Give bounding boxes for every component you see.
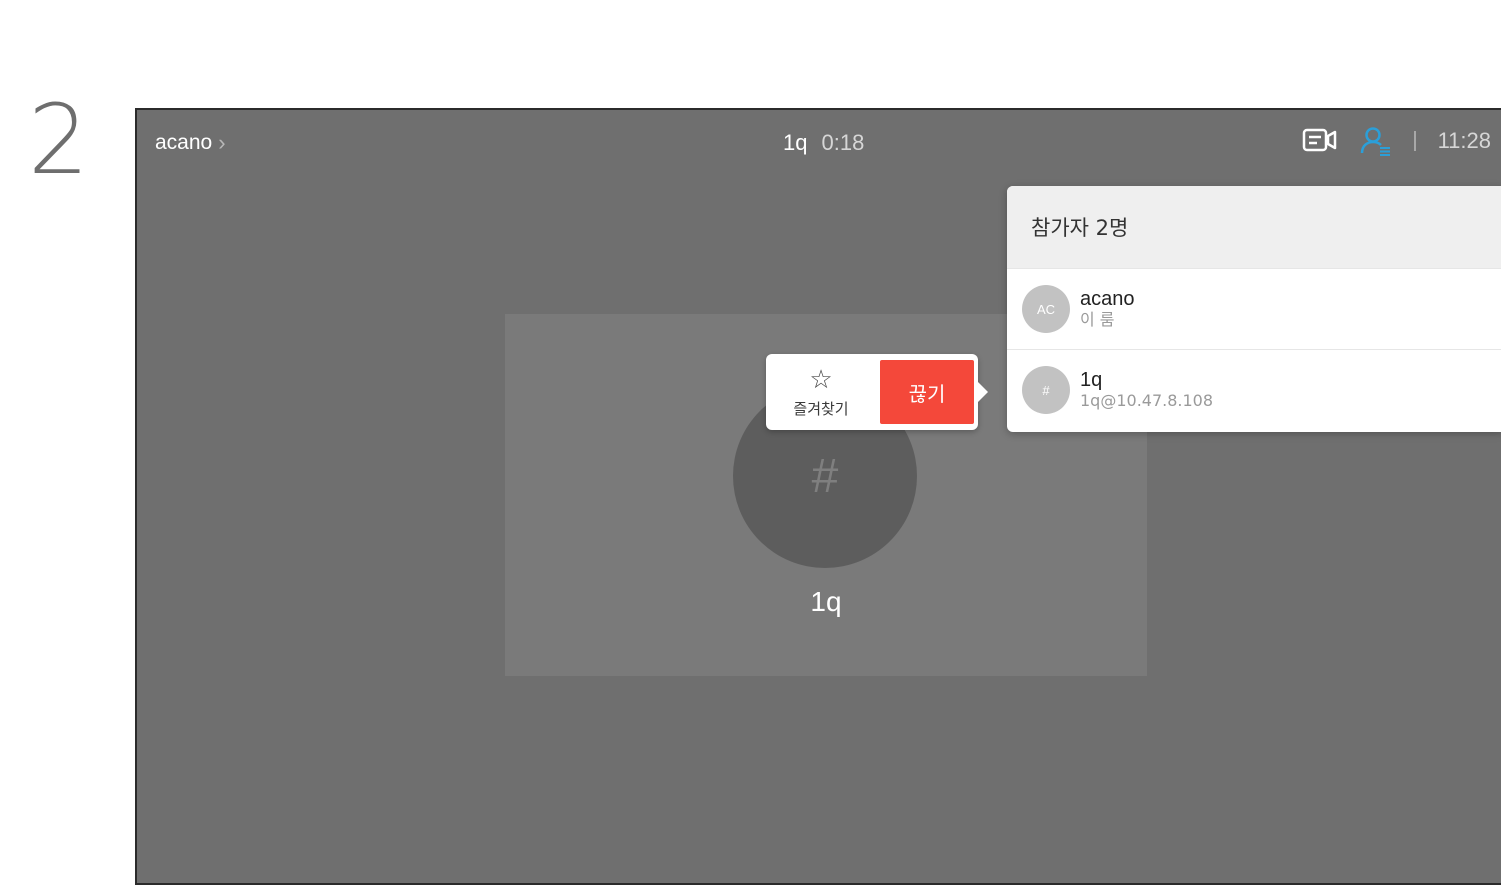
video-call-screen: acano › 1q 0:18 11:28 # 1q ☆ 즐겨찾기 끊기 참가자… bbox=[135, 108, 1501, 885]
participants-panel-header: 참가자 2명 bbox=[1007, 186, 1501, 268]
call-name: 1q bbox=[783, 130, 808, 155]
room-name: acano bbox=[155, 131, 213, 154]
room-name-breadcrumb[interactable]: acano › bbox=[155, 130, 226, 156]
participant-row-1q[interactable]: # 1q 1q@10.47.8.108 bbox=[1007, 349, 1501, 430]
star-icon: ☆ bbox=[809, 363, 833, 394]
favorite-label: 즐겨찾기 bbox=[793, 399, 849, 418]
camera-self-view-icon[interactable] bbox=[1302, 128, 1338, 154]
call-info: 1q 0:18 bbox=[783, 130, 864, 156]
topbar-divider bbox=[1413, 131, 1416, 151]
avatar: AC bbox=[1022, 285, 1070, 333]
topbar-controls: 11:28 bbox=[1302, 126, 1491, 156]
participant-row-acano[interactable]: AC acano 이 룸 bbox=[1007, 268, 1501, 349]
participant-row-name: acano bbox=[1080, 288, 1135, 311]
participant-name: 1q bbox=[810, 586, 842, 617]
call-duration: 0:18 bbox=[821, 130, 865, 155]
step-number: 2 bbox=[28, 84, 90, 196]
participant-row-sub: 이 룸 bbox=[1080, 310, 1115, 330]
participant-action-popover: ☆ 즐겨찾기 끊기 bbox=[766, 354, 988, 430]
participant-row-name: 1q bbox=[1080, 369, 1103, 392]
end-call-button[interactable]: 끊기 bbox=[880, 360, 974, 424]
clock: 11:28 bbox=[1437, 128, 1491, 153]
favorite-button[interactable]: ☆ 즐겨찾기 bbox=[770, 358, 872, 426]
participant-row-sub: 1q@10.47.8.108 bbox=[1080, 391, 1214, 411]
avatar: # bbox=[1022, 366, 1070, 414]
participants-panel: 참가자 2명 AC acano 이 룸 # 1q 1q@10.47.8.108 bbox=[1007, 186, 1501, 432]
chevron-right-icon: › bbox=[218, 130, 226, 155]
participants-icon[interactable] bbox=[1360, 126, 1392, 156]
